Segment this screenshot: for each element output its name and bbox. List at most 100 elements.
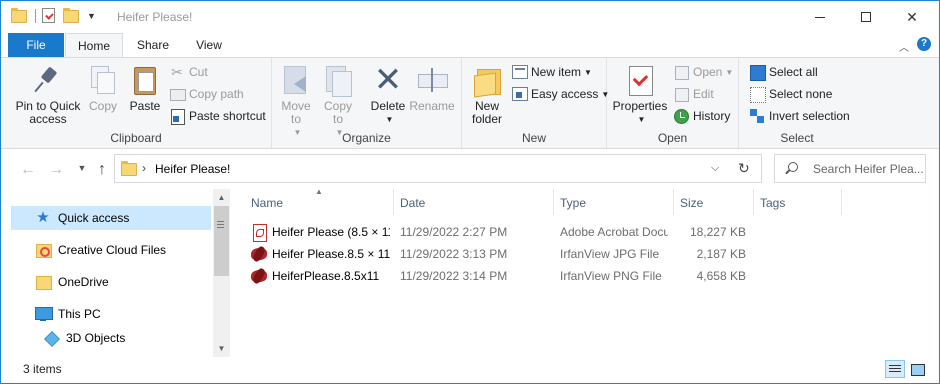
nav-item-this-pc[interactable]: This PC: [11, 302, 211, 326]
computer-icon: [35, 306, 53, 322]
open-icon: [673, 64, 689, 80]
search-box[interactable]: Search Heifer Plea...: [774, 154, 926, 183]
select-none-button[interactable]: Select none: [749, 84, 832, 104]
paste-button[interactable]: Paste: [126, 64, 164, 113]
file-row[interactable]: Heifer Please (8.5 × 11) (... 11/29/2022…: [233, 221, 842, 243]
open-label: Open: [693, 65, 723, 79]
move-to-label: Move to: [281, 99, 311, 126]
delete-button[interactable]: ✕ Delete ▼: [369, 61, 407, 126]
select-group: Select all Select none Invert selection …: [739, 58, 855, 148]
copy-button[interactable]: Copy: [85, 64, 121, 113]
file-name: Heifer Please.8.5 × 11.jpg: [272, 247, 390, 261]
column-header-name[interactable]: ▲ Name: [233, 187, 394, 215]
invert-selection-icon: [749, 108, 765, 124]
rename-button[interactable]: Rename: [409, 64, 455, 113]
tab-view[interactable]: View: [181, 33, 237, 57]
easy-access-label: Easy access: [531, 87, 599, 101]
organize-group-label: Organize: [342, 131, 391, 145]
breadcrumb-current[interactable]: Heifer Please!: [155, 162, 230, 176]
paste-icon: [129, 64, 161, 96]
3d-objects-icon: [43, 330, 59, 346]
open-group-label: Open: [657, 131, 688, 145]
tab-home[interactable]: Home: [65, 33, 123, 58]
nav-item-3d-objects[interactable]: 3D Objects: [11, 326, 211, 350]
nav-item-label: 3D Objects: [66, 331, 126, 345]
maximize-button[interactable]: [843, 1, 889, 33]
nav-item-label: Creative Cloud Files: [58, 243, 167, 257]
scrollbar-thumb[interactable]: [214, 206, 229, 276]
scissors-icon: ✂: [171, 64, 183, 80]
breadcrumb-chevron-icon[interactable]: ›: [142, 161, 146, 175]
easy-access-button[interactable]: Easy access ▼: [511, 84, 609, 104]
pin-to-quick-access-button[interactable]: Pin to Quick access: [13, 64, 83, 126]
address-bar[interactable]: › Heifer Please! ⌵ ↻: [114, 154, 762, 183]
close-icon: ✕: [906, 8, 918, 25]
scroll-up-icon[interactable]: ▲: [213, 189, 230, 206]
edit-button[interactable]: Edit: [673, 84, 714, 104]
tab-file[interactable]: File: [8, 33, 64, 57]
move-to-button[interactable]: Move to ▼: [278, 64, 314, 139]
search-icon: [785, 162, 798, 174]
nav-item-onedrive[interactable]: OneDrive: [11, 270, 211, 294]
new-folder-icon: [471, 64, 503, 96]
column-header-size[interactable]: Size: [674, 189, 754, 215]
rename-icon: [416, 64, 448, 96]
column-header-type[interactable]: Type: [554, 189, 674, 215]
organize-group: Move to ▼ Copy to ▼ ✕ Delete ▼ Rename Or…: [272, 58, 462, 148]
cut-button[interactable]: ✂ Cut: [169, 62, 208, 82]
copy-path-button[interactable]: Copy path: [169, 84, 244, 104]
details-view-icon[interactable]: [885, 360, 905, 378]
nav-item-quick-access[interactable]: ★ Quick access: [11, 206, 211, 230]
nav-item-label: OneDrive: [58, 275, 109, 289]
new-folder-icon[interactable]: [63, 8, 79, 23]
tab-share[interactable]: Share: [125, 33, 181, 57]
chevron-down-icon: ▼: [637, 115, 646, 124]
select-all-icon: [749, 64, 766, 81]
qat-separator: [35, 8, 36, 23]
new-item-button[interactable]: New item ▼: [511, 62, 592, 82]
nav-pane-scrollbar[interactable]: ▲ ▼: [213, 189, 230, 357]
new-folder-button[interactable]: New folder: [468, 64, 506, 126]
paste-shortcut-button[interactable]: Paste shortcut: [169, 106, 266, 126]
minimize-button[interactable]: [797, 1, 843, 33]
history-button[interactable]: History: [673, 106, 730, 126]
nav-item-creative-cloud-files[interactable]: Creative Cloud Files: [11, 238, 211, 262]
delete-x-icon: ✕: [373, 61, 403, 99]
select-all-button[interactable]: Select all: [749, 62, 818, 82]
ribbon: Pin to Quick access Copy Paste ✂ Cut Cop…: [1, 57, 939, 149]
collapse-ribbon-icon[interactable]: ︿: [899, 39, 909, 54]
creative-cloud-icon: [35, 242, 52, 258]
column-header-tags[interactable]: Tags: [754, 189, 842, 215]
properties-icon[interactable]: [42, 8, 55, 23]
forward-arrow-icon[interactable]: →: [47, 161, 65, 179]
recent-locations-chevron-icon[interactable]: ▼: [73, 163, 91, 173]
back-arrow-icon[interactable]: ←: [19, 161, 37, 179]
chevron-down-icon[interactable]: ▼: [87, 11, 96, 21]
refresh-icon[interactable]: ↻: [738, 160, 750, 177]
properties-button[interactable]: Properties ▼: [611, 64, 669, 126]
address-dropdown-icon[interactable]: ⌵: [711, 162, 719, 175]
file-row[interactable]: HeiferPlease.8.5x11 11/29/2022 3:14 PM I…: [233, 265, 842, 287]
star-icon: ★: [36, 209, 50, 226]
close-button[interactable]: ✕: [889, 1, 935, 33]
open-button[interactable]: Open ▼: [673, 62, 733, 82]
pdf-icon: [251, 224, 267, 242]
file-date: 11/29/2022 3:13 PM: [400, 247, 508, 261]
paste-shortcut-label: Paste shortcut: [189, 109, 266, 123]
search-placeholder[interactable]: Search Heifer Plea...: [813, 162, 924, 176]
file-explorer-window: ▼ Heifer Please! ✕ File Home Share View …: [0, 0, 940, 384]
copy-to-button[interactable]: Copy to ▼: [320, 64, 356, 139]
up-arrow-icon[interactable]: ↑: [93, 161, 111, 179]
help-icon[interactable]: ?: [917, 37, 931, 51]
scroll-down-icon[interactable]: ▼: [213, 340, 230, 357]
open-group: Properties ▼ Open ▼ Edit History Open: [607, 58, 739, 148]
large-icons-view-icon[interactable]: [907, 360, 927, 378]
column-header-date[interactable]: Date: [394, 189, 554, 215]
copy-to-label: Copy to: [323, 99, 352, 126]
file-row[interactable]: Heifer Please.8.5 × 11.jpg 11/29/2022 3:…: [233, 243, 842, 265]
move-to-icon: [280, 64, 312, 96]
edit-label: Edit: [693, 87, 714, 101]
properties-label: Properties: [612, 99, 668, 113]
invert-selection-button[interactable]: Invert selection: [749, 106, 850, 126]
window-title: Heifer Please!: [117, 10, 193, 24]
